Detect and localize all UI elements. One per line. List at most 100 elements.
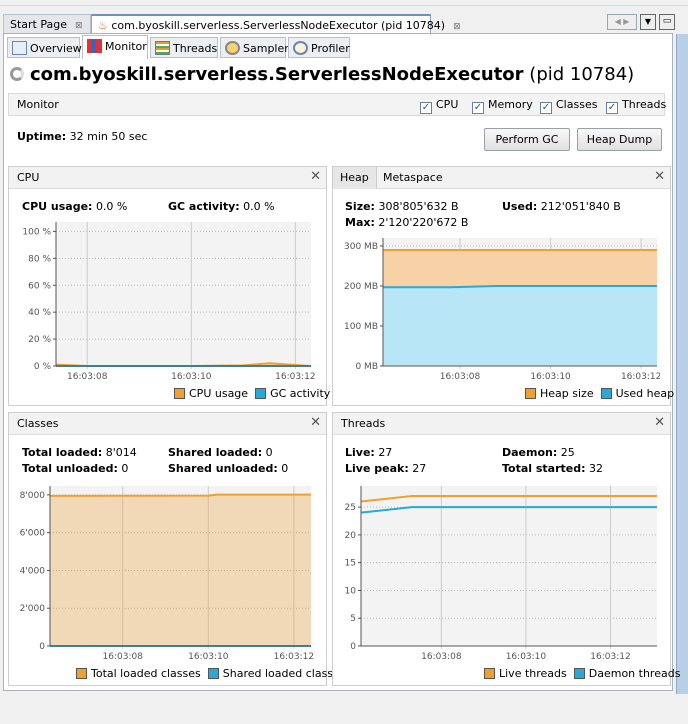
x-tick-label: 16:03:12	[590, 652, 630, 662]
heap-size-stat: Size: 308'805'632 B	[345, 200, 459, 213]
y-tick-label: 20	[345, 531, 357, 541]
subtab-threads[interactable]: Threads	[150, 37, 218, 58]
y-tick-label: 40 %	[28, 308, 51, 318]
tab-label: com.byoskill.serverless.ServerlessNodeEx…	[111, 19, 446, 32]
x-tick-label: 16:03:12	[621, 372, 660, 382]
x-tick-label: 16:03:08	[67, 372, 108, 382]
page-title: com.byoskill.serverless.ServerlessNodeEx…	[10, 64, 634, 85]
x-tick-label: 16:03:10	[171, 372, 212, 382]
threads-panel-header: Threads ✕	[333, 413, 670, 435]
legend-swatch-cpu-usage	[174, 388, 185, 399]
tab-application[interactable]: ♨ com.byoskill.serverless.ServerlessNode…	[91, 14, 461, 33]
threads-icon	[155, 41, 170, 55]
series-area-total-loaded-classes	[50, 494, 311, 646]
y-tick-label: 300 MB	[344, 242, 378, 252]
classes-panel-header: Classes ✕	[9, 413, 326, 435]
classes-checkbox[interactable]: ✓ Classes	[540, 98, 597, 114]
checkbox-check-icon: ✓	[420, 102, 432, 114]
y-tick-label: 0	[350, 642, 356, 652]
threads-chart: 0 5 10 15 20 25 16:03:08 16:03:10 16:03:12	[345, 486, 657, 662]
tab-label: Start Page	[10, 18, 67, 31]
x-tick-label: 16:03:12	[274, 652, 314, 662]
subtab-label: Sampler	[243, 42, 289, 55]
subtab-overview[interactable]: Overview	[7, 37, 82, 58]
shared-unloaded-stat: Shared unloaded: 0	[168, 462, 289, 475]
close-icon[interactable]: ⊠	[453, 22, 461, 32]
heap-dump-button[interactable]: Heap Dump	[577, 128, 662, 151]
tab-start-page[interactable]: Start Page ⊠	[3, 14, 91, 33]
checkbox-label: Memory	[488, 98, 533, 111]
plot-background	[361, 486, 657, 646]
monitor-label: Monitor	[17, 98, 59, 111]
y-tick-label: 0 MB	[355, 362, 378, 372]
perform-gc-button[interactable]: Perform GC	[484, 128, 570, 151]
classes-legend: Total loaded classes Shared loaded class…	[76, 667, 346, 680]
close-icon[interactable]: ✕	[310, 169, 321, 184]
total-started-stat: Total started: 32	[502, 462, 604, 475]
right-edge-bar	[676, 34, 688, 694]
live-threads-stat: Live: 27	[345, 446, 393, 459]
window-top	[0, 0, 688, 6]
total-unloaded-stat: Total unloaded: 0	[22, 462, 129, 475]
subtab-profiler[interactable]: Profiler	[288, 37, 350, 58]
checkbox-label: Classes	[556, 98, 598, 111]
y-tick-label: 8'000	[20, 491, 46, 501]
tab-metaspace[interactable]: Metaspace	[383, 171, 443, 184]
y-tick-label: 0	[39, 642, 45, 652]
y-tick-label: 100 %	[22, 227, 51, 237]
monitor-icon	[87, 39, 102, 53]
uptime-value: 32 min 50 sec	[69, 130, 148, 143]
tab-list-dropdown-icon[interactable]: ▼	[640, 14, 656, 30]
app-pid: (pid 10784)	[529, 64, 635, 85]
app-name: com.byoskill.serverless.ServerlessNodeEx…	[30, 64, 524, 85]
y-tick-label: 25	[345, 503, 356, 513]
checkbox-label: CPU	[436, 98, 459, 111]
cpu-chart: 0 % 20 % 40 % 60 % 80 % 100 % 16:03:08 16:03:10…	[22, 222, 316, 382]
tab-heap[interactable]: Heap	[333, 167, 377, 189]
memory-panel-header: Heap Metaspace ✕	[333, 167, 670, 189]
monitor-options-bar: Monitor ✓ CPU ✓ Memory ✓ Classes ✓ Threads	[8, 93, 666, 116]
overview-icon	[12, 41, 27, 55]
threads-checkbox[interactable]: ✓ Threads	[606, 98, 666, 114]
y-tick-label: 60 %	[28, 281, 51, 291]
close-icon[interactable]: ✕	[654, 415, 665, 430]
checkbox-label: Threads	[622, 98, 667, 111]
total-loaded-stat: Total loaded: 8'014	[22, 446, 137, 459]
heap-legend: Heap size Used heap	[525, 387, 674, 400]
close-icon[interactable]: ⊠	[75, 21, 83, 31]
x-tick-label: 16:03:12	[275, 372, 315, 382]
scroll-tabs-button[interactable]: ◀ ▶	[607, 14, 637, 30]
y-tick-label: 0 %	[34, 362, 52, 372]
profiler-icon	[293, 41, 308, 55]
subtab-label: Profiler	[311, 42, 350, 55]
memory-checkbox[interactable]: ✓ Memory	[472, 98, 533, 114]
daemon-threads-stat: Daemon: 25	[502, 446, 575, 459]
panel-title: Classes	[17, 417, 59, 430]
subtab-monitor[interactable]: Monitor	[82, 35, 148, 59]
checkbox-check-icon: ✓	[606, 102, 618, 114]
x-tick-label: 16:03:08	[440, 372, 481, 382]
plot-background	[56, 222, 311, 366]
subtab-label: Overview	[30, 42, 82, 55]
heap-chart: 0 MB 100 MB 200 MB 300 MB 16:03:08 16:03:10 16…	[344, 238, 660, 382]
y-tick-label: 10	[345, 586, 357, 596]
subtab-sampler[interactable]: Sampler	[220, 37, 289, 58]
y-tick-label: 6'000	[20, 529, 46, 539]
y-tick-label: 20 %	[28, 335, 51, 345]
maximize-icon[interactable]: ▭	[659, 14, 675, 30]
y-tick-label: 200 MB	[344, 282, 378, 292]
checkbox-check-icon: ✓	[472, 102, 484, 114]
checkbox-check-icon: ✓	[540, 102, 552, 114]
y-tick-label: 5	[350, 614, 356, 624]
y-tick-label: 4'000	[20, 566, 46, 576]
cpu-checkbox[interactable]: ✓ CPU	[420, 98, 458, 114]
cpu-legend: CPU usage GC activity	[174, 387, 330, 400]
y-tick-label: 80 %	[28, 254, 51, 264]
subtab-label: Threads	[173, 42, 218, 55]
y-tick-label: 100 MB	[344, 322, 378, 332]
close-icon[interactable]: ✕	[310, 415, 321, 430]
x-tick-label: 16:03:10	[188, 652, 229, 662]
close-icon[interactable]: ✕	[654, 169, 665, 184]
java-cup-icon: ♨	[98, 19, 108, 32]
shared-loaded-stat: Shared loaded: 0	[168, 446, 273, 459]
